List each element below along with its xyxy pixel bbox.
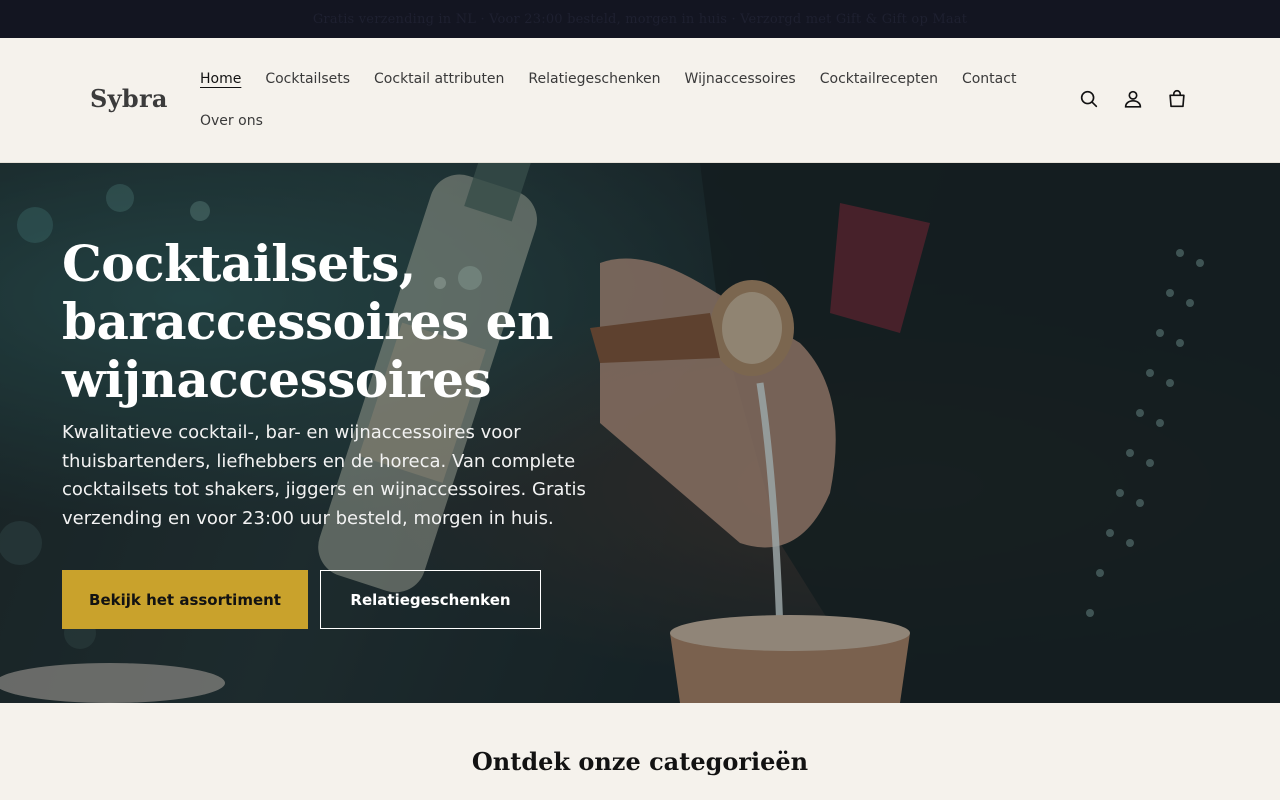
nav-item-over-ons[interactable]: Over ons [188, 113, 275, 129]
account-icon[interactable] [1118, 84, 1148, 114]
announcement-text: Gratis verzending in NL · Voor 23:00 bes… [312, 11, 968, 27]
hero-title: Cocktailsets, baraccessoires en wijnacce… [62, 235, 682, 409]
hero-title-line1: Cocktailsets, [62, 234, 416, 293]
nav-row-primary: Home Cocktailsets Cocktail attributen Re… [188, 62, 1058, 96]
nav-item-wijnaccessoires[interactable]: Wijnaccessoires [673, 71, 808, 87]
header-icons [1074, 84, 1192, 114]
nav-row-secondary: Over ons [188, 104, 1058, 138]
site-logo[interactable]: Sybra [90, 84, 168, 113]
main-navigation: Home Cocktailsets Cocktail attributen Re… [188, 62, 1058, 138]
hero-buttons: Bekijk het assortiment Relatiegeschenken [62, 570, 541, 629]
search-icon[interactable] [1074, 84, 1104, 114]
announcement-bar: Gratis verzending in NL · Voor 23:00 bes… [0, 0, 1280, 38]
hero-description: Kwalitatieve cocktail-, bar- en wijnacce… [62, 422, 586, 529]
nav-item-cocktail-attributen[interactable]: Cocktail attributen [362, 71, 516, 87]
nav-item-relatiegeschenken[interactable]: Relatiegeschenken [516, 71, 672, 87]
relatiegeschenken-button[interactable]: Relatiegeschenken [320, 570, 541, 629]
nav-item-home[interactable]: Home [188, 71, 253, 87]
hero-banner: Cocktailsets, baraccessoires en wijnacce… [0, 163, 1280, 703]
view-assortment-button[interactable]: Bekijk het assortiment [62, 570, 308, 629]
cart-icon[interactable] [1162, 84, 1192, 114]
nav-item-cocktailsets[interactable]: Cocktailsets [253, 71, 362, 87]
hero-content: Cocktailsets, baraccessoires en wijnacce… [62, 235, 682, 533]
nav-item-cocktailrecepten[interactable]: Cocktailrecepten [808, 71, 950, 87]
site-header: Sybra Home Cocktailsets Cocktail attribu… [0, 38, 1280, 163]
nav-item-contact[interactable]: Contact [950, 71, 1028, 87]
hero-title-line3: wijnaccessoires [62, 350, 492, 409]
hero-title-line2: baraccessoires en [62, 292, 553, 351]
categories-title: Ontdek onze categorieën [471, 747, 809, 776]
categories-section: Ontdek onze categorieën [0, 703, 1280, 800]
